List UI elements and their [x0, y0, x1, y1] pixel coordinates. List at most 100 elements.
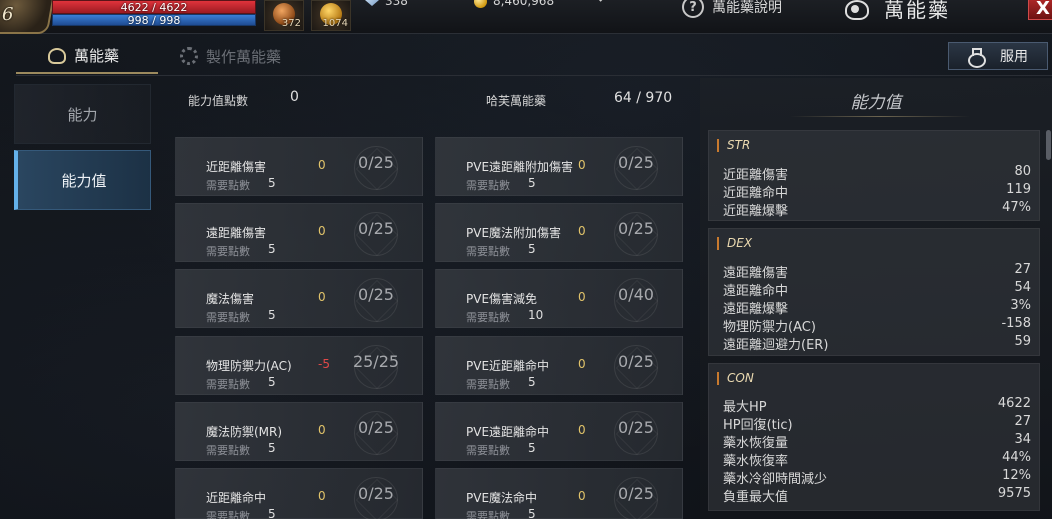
stat-progress: 25/25 [352, 352, 400, 371]
tab-craft-elixir[interactable]: 製作萬能藥 [178, 38, 281, 74]
stat-label: 近距離傷害 [723, 168, 789, 183]
stat-progress: 0/25 [618, 418, 654, 437]
stat-name: PVE傷害減免 [466, 292, 538, 306]
stat-card[interactable]: PVE魔法附加傷害 0 0/25 需要點數 5 [435, 203, 683, 262]
stat-label: 負重最大值 [723, 490, 789, 505]
stat-card[interactable]: 魔法防禦(MR) 0 0/25 需要點數 5 [175, 402, 423, 461]
stat-value: 27 [1014, 414, 1031, 429]
quick-slot-elixir[interactable]: 1074 [311, 0, 351, 31]
req-value: 5 [528, 242, 536, 256]
side-tab-ability[interactable]: 能力 [14, 84, 151, 144]
stat-name: PVE遠距離附加傷害 [466, 160, 574, 174]
stat-card[interactable]: PVE遠距離命中 0 0/25 需要點數 5 [435, 402, 683, 461]
stat-row: 近距離傷害 80 [723, 164, 1031, 183]
character-level: 6 [2, 4, 14, 25]
quick-slot-potion[interactable]: 372 [264, 0, 304, 31]
mp-bar: 998 / 998 [52, 14, 256, 27]
stat-bonus: 0 [578, 158, 586, 172]
side-tab-label: 能力 [67, 105, 98, 124]
req-value: 5 [528, 375, 536, 389]
req-label: 需要點數 [206, 245, 250, 258]
stat-label: 物理防禦力(AC) [723, 320, 816, 335]
stat-label: 近距離爆擊 [723, 204, 789, 219]
stat-card[interactable]: PVE近距離命中 0 0/25 需要點數 5 [435, 336, 683, 395]
stat-row: 近距離爆擊 47% [723, 200, 1031, 219]
window-title: 萬能藥 [842, 0, 950, 23]
stat-value: 27 [1014, 262, 1031, 277]
stat-value: 47% [1002, 200, 1031, 215]
stat-bonus: 0 [578, 224, 586, 238]
stat-card[interactable]: 物理防禦力(AC) -5 25/25 需要點數 5 [175, 336, 423, 395]
stat-label: HP回復(tic) [723, 418, 793, 433]
pencil-icon[interactable] [598, 0, 616, 10]
elixir-count-value: 64 / 970 [614, 90, 673, 106]
stat-progress: 0/25 [618, 484, 654, 503]
req-label: 需要點數 [206, 378, 250, 391]
slot-count: 372 [281, 18, 301, 29]
req-label: 需要點數 [466, 510, 510, 519]
tab-bar: 萬能藥 製作萬能藥 [16, 38, 1052, 76]
stat-card[interactable]: PVE魔法命中 0 0/25 需要點數 5 [435, 468, 683, 519]
stat-progress: 0/25 [358, 153, 394, 172]
stat-progress: 0/25 [618, 153, 654, 172]
stat-row: 藥水恢復量 34 [723, 432, 1031, 451]
stat-progress: 0/25 [618, 352, 654, 371]
stat-bonus: 0 [578, 290, 586, 304]
stat-value: 59 [1014, 334, 1031, 349]
stat-group-dex: DEX 遠距離傷害 27 遠距離命中 54 遠距離爆擊 3% 物理防禦力(AC) -15… [708, 228, 1040, 356]
mp-text: 998 / 998 [127, 14, 181, 27]
flask-icon [968, 48, 986, 68]
stat-value: 4622 [997, 396, 1031, 411]
req-value: 5 [268, 375, 276, 389]
diamond-amount: 338 [385, 0, 408, 8]
stat-label: 遠距離爆擊 [723, 302, 789, 317]
gold-currency: 8,460,968 [474, 0, 554, 8]
stat-progress: 0/40 [618, 285, 654, 304]
stat-progress: 0/25 [358, 219, 394, 238]
close-button[interactable]: X [1028, 0, 1052, 20]
tab-elixir[interactable]: 萬能藥 [16, 38, 158, 74]
req-value: 5 [268, 242, 276, 256]
stat-row: 藥水冷卻時間減少 12% [723, 468, 1031, 487]
help-link[interactable]: ? 萬能藥說明 [682, 0, 782, 18]
stat-bonus: 0 [318, 224, 326, 238]
stat-group-head: DEX [717, 237, 752, 250]
req-label: 需要點數 [466, 444, 510, 457]
stat-progress: 0/25 [358, 484, 394, 503]
stat-progress: 0/25 [358, 418, 394, 437]
tab-label: 萬能藥 [74, 46, 120, 65]
stat-points-label: 能力值點數 [188, 94, 249, 108]
stats-scrollbar[interactable] [1046, 130, 1051, 160]
req-value: 5 [528, 507, 536, 519]
stat-card[interactable]: 遠距離傷害 0 0/25 需要點數 5 [175, 203, 423, 262]
stat-card[interactable]: 魔法傷害 0 0/25 需要點數 5 [175, 269, 423, 328]
req-label: 需要點數 [206, 179, 250, 192]
req-label: 需要點數 [206, 311, 250, 324]
diamond-icon [365, 0, 379, 6]
stat-value: 119 [1006, 182, 1031, 197]
stat-label: 遠距離迴避力(ER) [723, 338, 829, 353]
side-tab-stats[interactable]: 能力值 [14, 150, 151, 210]
stat-name: PVE遠距離命中 [466, 425, 550, 439]
stat-name: 近距離傷害 [206, 160, 267, 174]
stat-bonus: 0 [318, 423, 326, 437]
stat-value: 34 [1014, 432, 1031, 447]
req-value: 10 [528, 308, 544, 322]
elixir-count-label: 哈芙萬能藥 [486, 94, 547, 108]
stat-card[interactable]: 近距離命中 0 0/25 需要點數 5 [175, 468, 423, 519]
stat-row: 遠距離爆擊 3% [723, 298, 1031, 317]
stat-name: PVE近距離命中 [466, 359, 550, 373]
stat-label: 遠距離傷害 [723, 266, 789, 281]
window-title-text: 萬能藥 [884, 0, 950, 22]
stat-name: PVE魔法附加傷害 [466, 226, 562, 240]
stat-card[interactable]: 近距離傷害 0 0/25 需要點數 5 [175, 137, 423, 196]
stat-row: 藥水恢復率 44% [723, 450, 1031, 469]
elixir-emblem-icon [842, 0, 869, 20]
stat-label: 藥水恢復量 [723, 436, 789, 451]
hp-text: 4622 / 4622 [120, 1, 188, 14]
stat-card[interactable]: PVE傷害減免 0 0/40 需要點數 10 [435, 269, 683, 328]
use-button[interactable]: 服用 [948, 42, 1048, 70]
stat-card[interactable]: PVE遠距離附加傷害 0 0/25 需要點數 5 [435, 137, 683, 196]
stat-bonus: 0 [578, 423, 586, 437]
stat-label: 遠距離命中 [723, 284, 789, 299]
